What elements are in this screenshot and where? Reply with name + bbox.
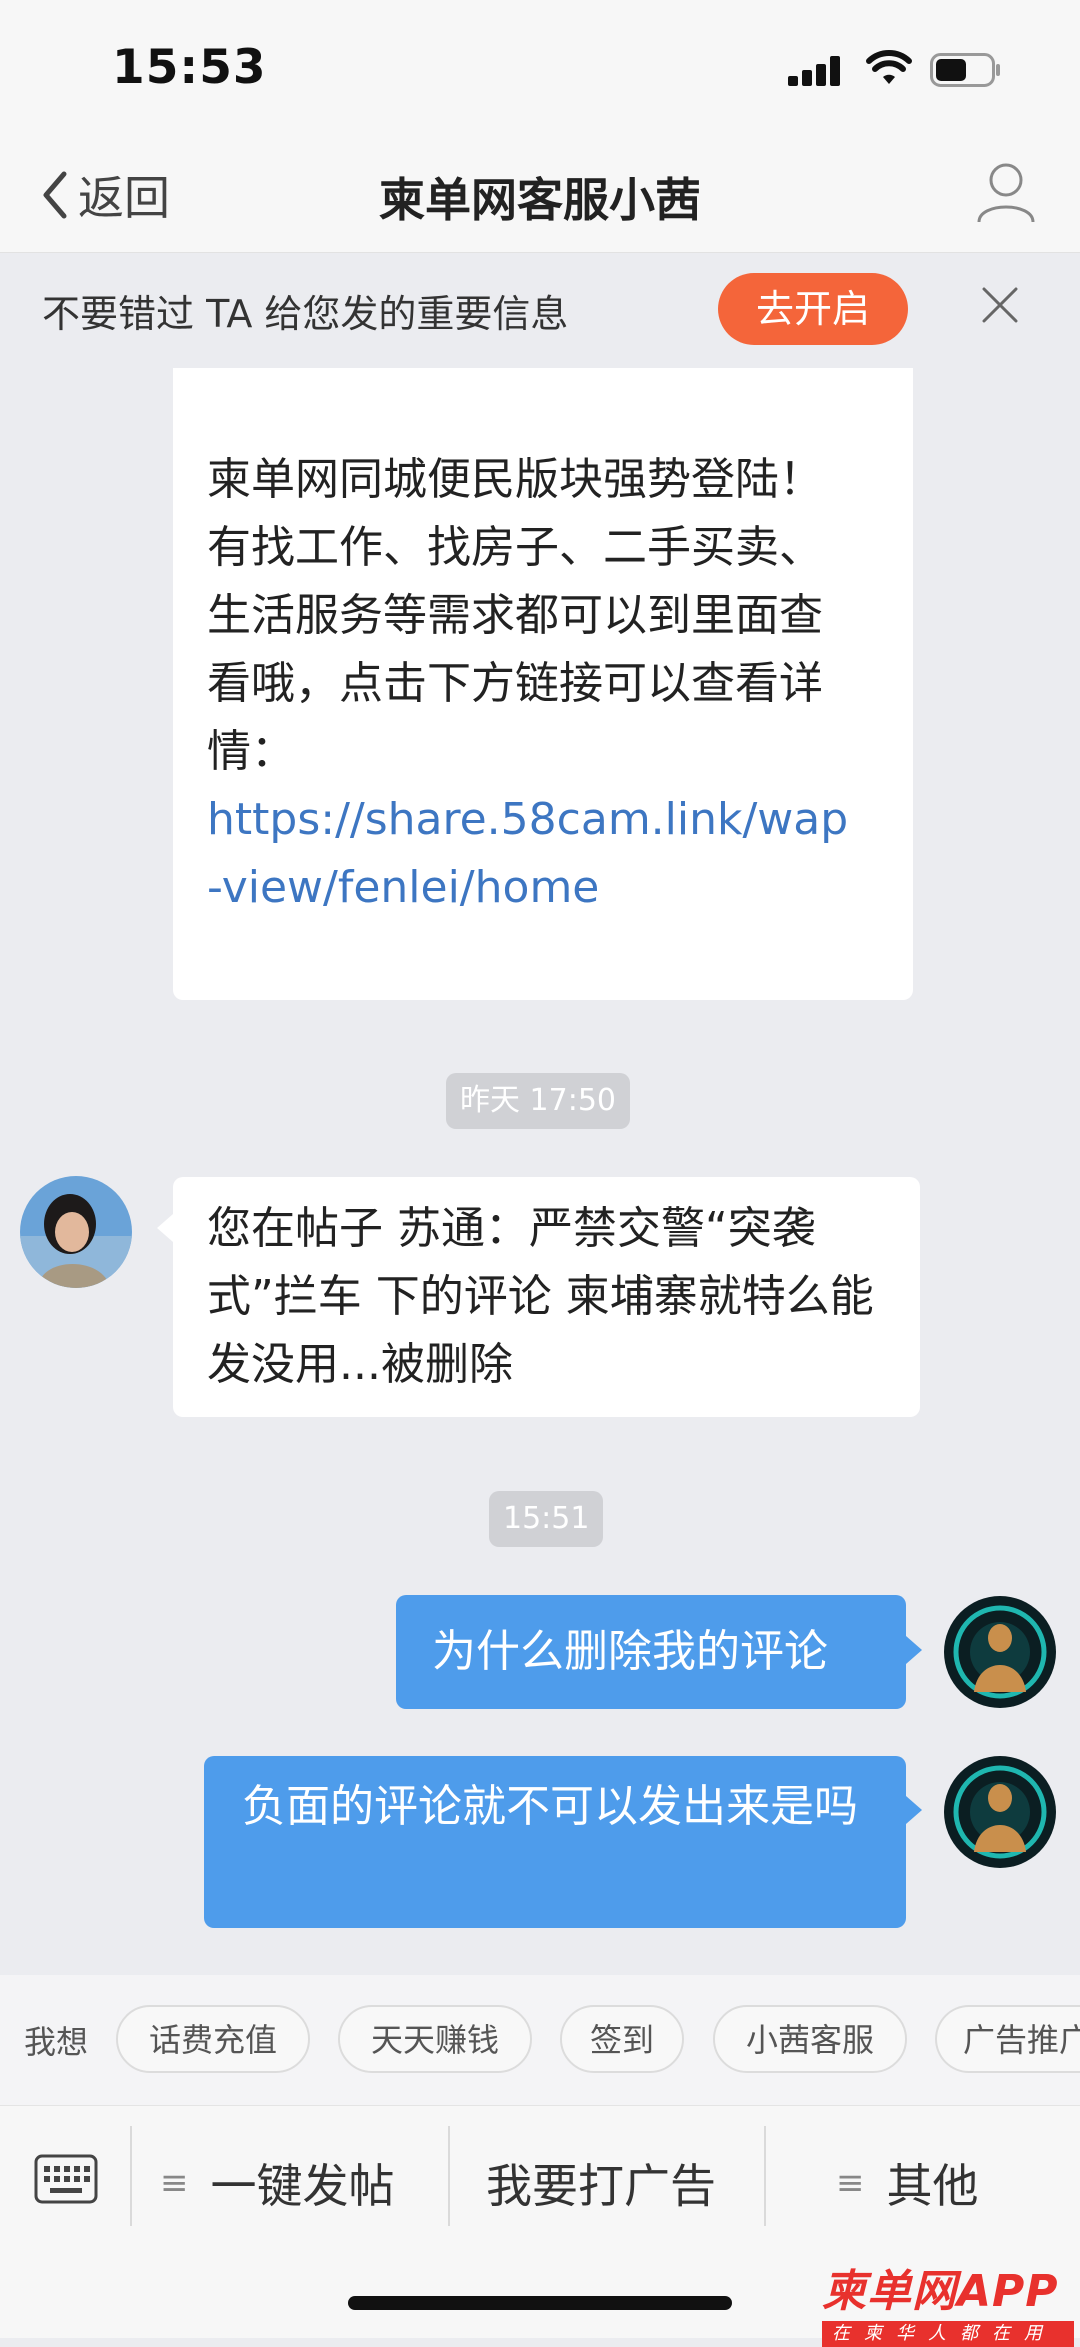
- outgoing-message: 负面的评论就不可以发出来是吗: [204, 1756, 906, 1928]
- outgoing-message: 为什么删除我的评论: [396, 1595, 906, 1709]
- menu-label: 其他: [886, 2159, 979, 2213]
- quick-chip[interactable]: 广告推广: [935, 2005, 1080, 2073]
- enable-notifications-button[interactable]: 去开启: [718, 273, 908, 345]
- quick-chip[interactable]: 话费充值: [116, 2005, 310, 2073]
- divider: [448, 2126, 450, 2226]
- status-time: 15:53: [112, 40, 267, 95]
- menu-other-button[interactable]: ≡ 其他: [836, 2150, 979, 2216]
- avatar: [20, 1176, 132, 1288]
- user-profile-icon[interactable]: [976, 160, 1036, 224]
- menu-post-button[interactable]: ≡ 一键发帖: [160, 2150, 395, 2216]
- close-icon[interactable]: [978, 283, 1022, 327]
- status-bar: 15:53: [0, 0, 1080, 140]
- incoming-message: 柬单网同城便民版块强势登陆！有找工作、找房子、二手买卖、生活服务等需求都可以到里…: [173, 368, 913, 1000]
- message-text: 柬单网同城便民版块强势登陆！有找工作、找房子、二手买卖、生活服务等需求都可以到里…: [207, 454, 823, 777]
- timestamp: 昨天 17:50: [446, 1073, 630, 1129]
- divider: [764, 2126, 766, 2226]
- incoming-message: 您在帖子 苏通：严禁交警“突袭式”拦车 下的评论 柬埔寨就特么能发没用...被删…: [173, 1177, 920, 1417]
- wifi-icon: [866, 50, 912, 84]
- bubble-tail: [906, 1636, 922, 1664]
- avatar: [944, 1596, 1056, 1708]
- message-text: 您在帖子 苏通：严禁交警“突袭式”拦车 下的评论 柬埔寨就特么能发没用...被删…: [207, 1203, 874, 1390]
- battery-icon: [930, 53, 1000, 87]
- banner-text: 不要错过 TA 给您发的重要信息: [42, 292, 569, 336]
- timestamp: 15:51: [489, 1491, 604, 1547]
- signal-icon: [788, 56, 844, 86]
- menu-label: 一键发帖: [210, 2159, 395, 2213]
- message-link[interactable]: https://share.58cam.link/wap-view/fenlei…: [207, 794, 848, 913]
- quick-label: 我想: [24, 2023, 89, 2061]
- page-title: 柬单网客服小茜: [379, 173, 701, 227]
- divider: [130, 2126, 132, 2226]
- message-text: 负面的评论就不可以发出来是吗: [242, 1781, 858, 1832]
- notification-banner: 不要错过 TA 给您发的重要信息 去开启: [0, 253, 1080, 365]
- menu-icon: ≡: [836, 2163, 865, 2203]
- quick-chip[interactable]: 小茜客服: [713, 2005, 907, 2073]
- keyboard-icon[interactable]: [34, 2146, 98, 2210]
- menu-icon: ≡: [160, 2163, 189, 2203]
- watermark-logo: 柬单网APP 在柬华人都在用: [822, 2255, 1074, 2347]
- nav-bar: 返回 柬单网客服小茜: [0, 140, 1080, 253]
- menu-advertise-button[interactable]: 我要打广告: [486, 2150, 716, 2216]
- bubble-tail: [906, 1796, 922, 1824]
- home-indicator: [348, 2296, 732, 2310]
- avatar: [944, 1756, 1056, 1868]
- quick-chip[interactable]: 天天赚钱: [338, 2005, 532, 2073]
- watermark-subtitle: 在柬华人都在用: [822, 2321, 1074, 2347]
- quick-chip[interactable]: 签到: [560, 2005, 684, 2073]
- bubble-tail: [157, 1214, 173, 1242]
- message-text: 为什么删除我的评论: [432, 1626, 828, 1677]
- quick-phrase-bar: 我想 话费充值 天天赚钱 签到 小茜客服 广告推广: [0, 1975, 1080, 2105]
- menu-label: 我要打广告: [486, 2159, 716, 2213]
- watermark-title: 柬单网APP: [822, 2266, 1059, 2317]
